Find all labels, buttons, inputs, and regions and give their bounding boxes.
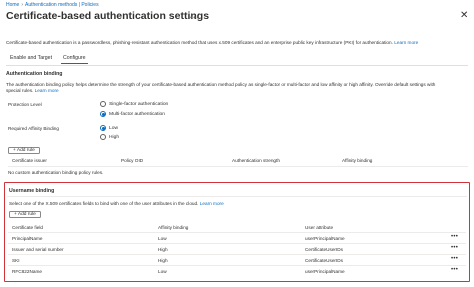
row2-user-attribute: CertificateUserIDs: [305, 247, 344, 252]
username-binding-text: Select one of the X.509 certificates fie…: [9, 201, 199, 206]
username-binding-learn-more-link[interactable]: Learn more: [200, 201, 224, 206]
username-binding-heading: Username binding: [9, 188, 55, 194]
protection-option-multi[interactable]: Multi-factor authentication: [100, 111, 165, 117]
tab-enable-and-target[interactable]: Enable and Target: [6, 54, 56, 64]
auth-binding-table-divider: [8, 166, 468, 167]
row-divider: [8, 254, 466, 255]
affinity-option-high[interactable]: High: [100, 134, 119, 140]
row3-affinity: High: [158, 258, 168, 263]
page-title: Certificate-based authentication setting…: [6, 10, 210, 22]
row-divider: [8, 265, 466, 266]
row4-more-icon[interactable]: •••: [451, 267, 458, 273]
row-divider: [8, 243, 466, 244]
auth-binding-heading: Authentication binding: [6, 71, 63, 77]
col-policy-oid: Policy OID: [121, 158, 144, 163]
row4-user-attribute: userPrincipalName: [305, 269, 345, 274]
breadcrumb: Home › Authentication methods | Policies: [6, 2, 99, 8]
radio-multi-factor[interactable]: [100, 111, 106, 117]
auth-binding-description: The authentication binding policy helps …: [6, 82, 472, 94]
tab-configure[interactable]: Configure: [59, 54, 90, 64]
row2-certificate-field: Issuer and serial number: [12, 247, 64, 252]
row1-affinity: Low: [158, 236, 167, 241]
page-description: Certificate-based authentication is a pa…: [6, 40, 466, 46]
close-icon[interactable]: ✕: [460, 10, 468, 21]
row1-more-icon[interactable]: •••: [451, 234, 458, 240]
description-text: Certificate-based authentication is a pa…: [6, 40, 393, 45]
col-affinity-binding: Affinity binding: [342, 158, 373, 163]
row3-certificate-field: SKI: [12, 258, 20, 263]
description-learn-more-link[interactable]: Learn more: [394, 40, 418, 45]
more-options-icon[interactable]: •••: [190, 13, 200, 22]
tab-bar: Enable and Target Configure: [6, 54, 93, 64]
breadcrumb-separator: ›: [21, 2, 24, 8]
row2-more-icon[interactable]: •••: [451, 245, 458, 251]
row4-affinity: Low: [158, 269, 167, 274]
affinity-binding-label: Required Affinity Binding: [8, 126, 59, 131]
col-username-affinity-binding: Affinity binding: [158, 225, 189, 230]
protection-option-single-label: Single-factor authentication: [109, 101, 169, 107]
col-certificate-field: Certificate field: [12, 225, 44, 230]
affinity-option-high-label: High: [109, 134, 120, 140]
breadcrumb-home[interactable]: Home: [6, 2, 19, 8]
radio-affinity-high[interactable]: [100, 134, 106, 140]
username-binding-description: Select one of the X.509 certificates fie…: [9, 201, 224, 207]
affinity-option-low-label: Low: [109, 125, 118, 131]
username-table-header-divider: [8, 232, 466, 233]
tab-divider: [6, 65, 468, 66]
username-binding-add-rule-button[interactable]: + Add rule: [9, 211, 41, 218]
auth-binding-learn-more-link[interactable]: Learn more: [35, 88, 59, 93]
radio-single-factor[interactable]: [100, 101, 106, 107]
username-binding-divider: [7, 196, 467, 197]
radio-affinity-low[interactable]: [100, 125, 106, 131]
row1-certificate-field: PrincipalName: [12, 236, 43, 241]
col-user-attribute: User attribute: [305, 225, 334, 230]
protection-option-single[interactable]: Single-factor authentication: [100, 101, 168, 107]
row3-more-icon[interactable]: •••: [451, 256, 458, 262]
auth-binding-text-line1: The authentication binding policy helps …: [6, 82, 436, 87]
auth-binding-text-line2: special rules. Learn more: [6, 88, 472, 94]
row4-certificate-field: RFC822Name: [12, 269, 42, 274]
breadcrumb-auth-methods[interactable]: Authentication methods | Policies: [25, 2, 99, 8]
auth-binding-text-special: special rules.: [6, 88, 34, 94]
row2-affinity: High: [158, 247, 168, 252]
col-certificate-issuer: Certificate issuer: [12, 158, 47, 163]
col-authentication-strength: Authentication strength: [232, 158, 280, 163]
auth-binding-add-rule-button[interactable]: + Add rule: [8, 147, 40, 154]
row3-user-attribute: CertificateUserIDs: [305, 258, 344, 263]
auth-binding-empty-text: No custom authentication binding policy …: [8, 170, 104, 175]
protection-level-label: Protection Level: [8, 102, 42, 107]
protection-option-multi-label: Multi-factor authentication: [109, 111, 165, 117]
affinity-option-low[interactable]: Low: [100, 125, 118, 131]
row1-user-attribute: userPrincipalName: [305, 236, 345, 241]
